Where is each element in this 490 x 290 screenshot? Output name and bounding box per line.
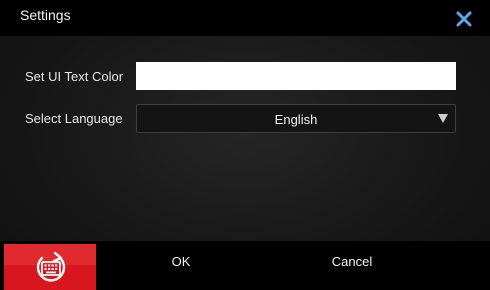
keyboard-button[interactable] xyxy=(4,244,96,290)
title-bar: Settings xyxy=(0,0,490,36)
text-color-input[interactable] xyxy=(136,62,456,90)
text-color-label: Set UI Text Color xyxy=(25,69,124,84)
triangle-down-icon xyxy=(438,114,448,123)
close-icon[interactable] xyxy=(453,8,475,30)
language-label: Select Language xyxy=(25,111,123,126)
settings-dialog: Settings Set UI Text Color Select Langua… xyxy=(0,0,490,290)
bottom-bar: OK Cancel xyxy=(0,241,490,290)
language-selected-value: English xyxy=(274,112,318,127)
dialog-title: Settings xyxy=(20,7,71,23)
keyboard-refresh-icon xyxy=(36,251,66,282)
language-select[interactable]: English xyxy=(136,104,456,133)
cancel-button[interactable]: Cancel xyxy=(300,241,404,287)
ok-button[interactable]: OK xyxy=(136,241,226,287)
